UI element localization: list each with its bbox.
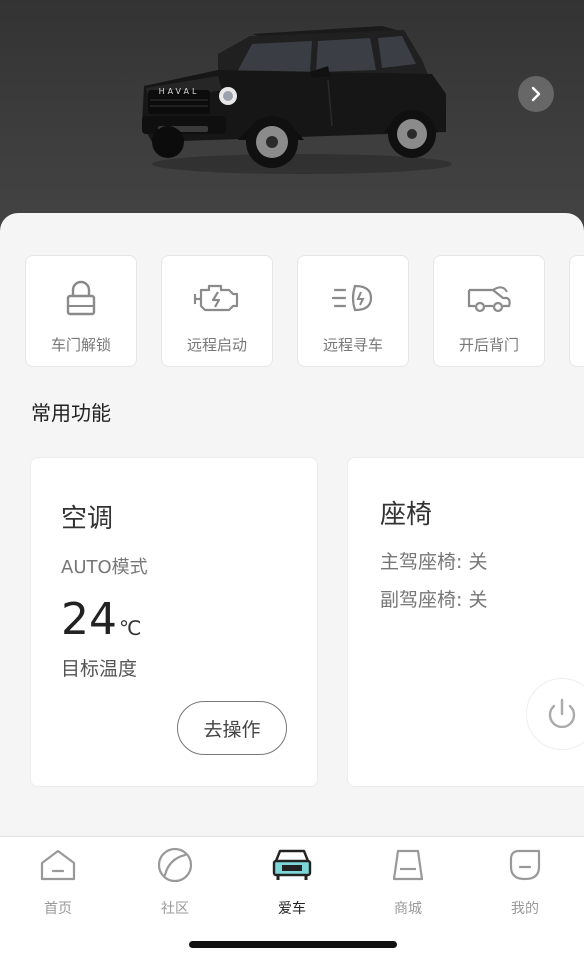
vehicle-hero: HAVAL [0, 0, 584, 240]
tab-profile[interactable]: 我的 [485, 845, 565, 917]
quick-action-label: 远程启动 [186, 336, 247, 354]
lock-icon [66, 280, 96, 316]
app-screen: HAVAL 车门解锁 远程启动 远程寻车 开后背门 常用功能 空调 AUTO模式… [0, 0, 584, 960]
ac-temperature: 24 [61, 594, 117, 645]
ac-title: 空调 [61, 504, 114, 534]
seat-card: 座椅 主驾座椅: 关 副驾座椅: 关 [347, 457, 584, 787]
quick-action-remote-start[interactable]: 远程启动 [161, 255, 273, 367]
passenger-seat-status: 副驾座椅: 关 [380, 589, 488, 611]
profile-icon [509, 849, 541, 881]
power-icon [548, 698, 576, 729]
vehicle-image: HAVAL [142, 26, 452, 174]
ac-mode: AUTO模式 [61, 557, 148, 578]
car-icon [272, 849, 312, 880]
tab-shop[interactable]: 商城 [368, 845, 448, 917]
ac-card: 空调 AUTO模式 24 ℃ 目标温度 去操作 [30, 457, 318, 787]
car-badge: HAVAL [159, 87, 200, 96]
common-functions-title: 常用功能 [31, 401, 111, 425]
tailgate-icon [467, 286, 511, 313]
quick-action-label: 车门解锁 [50, 336, 111, 354]
ac-temperature-unit: ℃ [119, 616, 142, 640]
tab-label: 商城 [394, 901, 422, 917]
home-indicator[interactable] [189, 941, 397, 948]
engine-icon [193, 284, 239, 312]
tab-home[interactable]: 首页 [18, 845, 98, 917]
quick-action-label: 开后背门 [458, 336, 519, 354]
tab-label: 爱车 [278, 901, 306, 917]
quick-action-unlock-door[interactable]: 车门解锁 [25, 255, 137, 367]
quick-action-more[interactable] [569, 255, 584, 367]
ac-operate-button[interactable]: 去操作 [177, 701, 287, 755]
quick-action-label: 远程寻车 [322, 336, 383, 354]
tab-community[interactable]: 社区 [135, 845, 215, 917]
tab-my-car[interactable]: 爱车 [252, 845, 332, 917]
quick-actions-row: 车门解锁 远程启动 远程寻车 开后背门 [25, 255, 584, 367]
seat-power-button[interactable] [526, 678, 584, 750]
quick-action-open-tailgate[interactable]: 开后背门 [433, 255, 545, 367]
shop-icon [392, 849, 424, 881]
chevron-right-icon [531, 86, 541, 102]
ac-target-label: 目标温度 [61, 658, 138, 680]
content-sheet: 车门解锁 远程启动 远程寻车 开后背门 常用功能 空调 AUTO模式 24 ℃ … [0, 213, 584, 836]
tab-label: 首页 [44, 901, 72, 917]
tab-label: 我的 [511, 901, 539, 917]
seat-title: 座椅 [380, 500, 433, 530]
community-icon [157, 847, 193, 883]
home-icon [40, 849, 76, 881]
driver-seat-status: 主驾座椅: 关 [380, 551, 488, 573]
quick-action-find-car[interactable]: 远程寻车 [297, 255, 409, 367]
tab-label: 社区 [161, 901, 189, 917]
headlight-icon [331, 284, 373, 312]
next-vehicle-button[interactable] [518, 76, 554, 112]
